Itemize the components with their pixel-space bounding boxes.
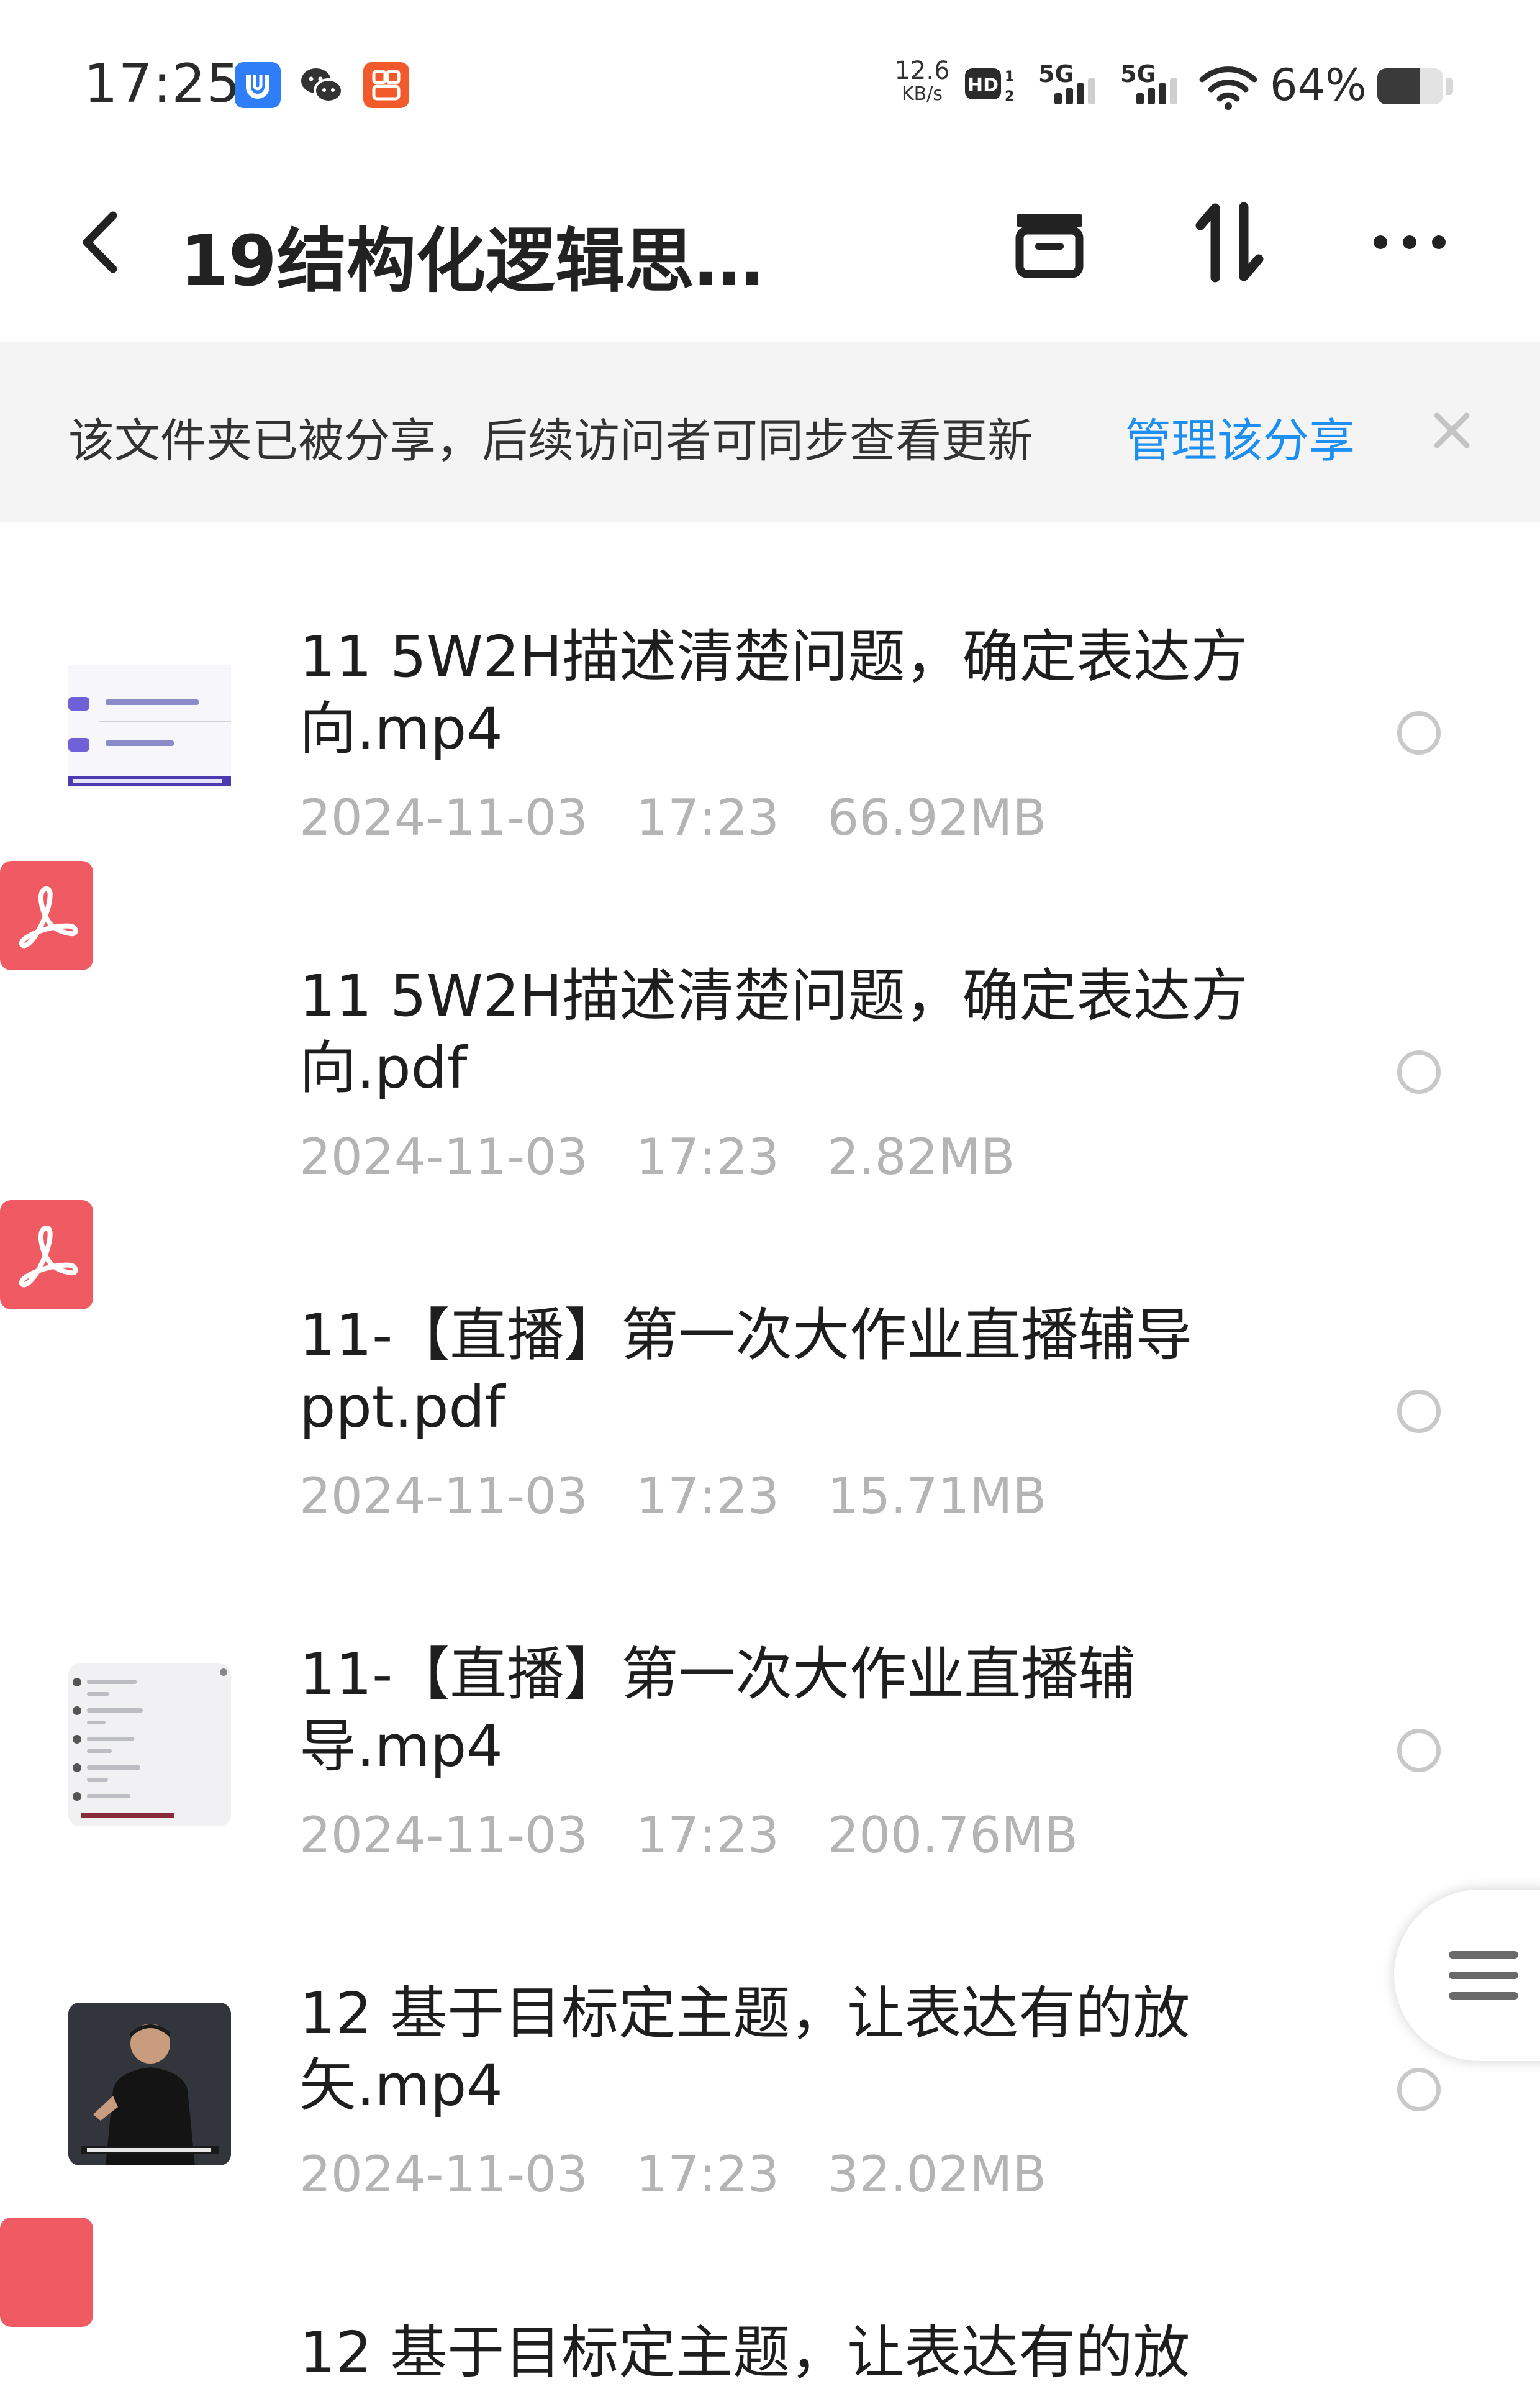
file-date: 2024-11-03 — [299, 789, 588, 847]
video-thumbnail — [68, 1663, 231, 1826]
file-time: 17:23 — [636, 1806, 779, 1864]
file-meta: 2024-11-03 17:23 66.92MB — [299, 789, 1046, 847]
archive-icon — [1015, 214, 1084, 278]
file-list-item[interactable]: 11-【直播】第一次大作业直播辅导.mp4 2024-11-03 17:23 2… — [0, 1539, 1540, 1878]
file-time: 17:23 — [636, 1128, 779, 1186]
chevron-left-icon — [83, 211, 117, 273]
share-banner-close-button[interactable] — [1422, 401, 1482, 460]
file-name: 11-【直播】第一次大作业直播辅导ppt.pdf — [299, 1302, 1193, 1440]
file-size: 32.02MB — [827, 2146, 1047, 2203]
file-list-item[interactable]: 11 5W2H描述清楚问题，确定表达方向.mp4 2024-11-03 17:2… — [0, 522, 1540, 861]
more-options-button[interactable] — [1363, 196, 1456, 289]
network-speed: 12.6 KB/s — [888, 57, 956, 106]
file-name: 11-【直播】第一次大作业直播辅导.mp4 — [299, 1641, 1136, 1780]
hd-icon: HD 1 2 — [965, 68, 1014, 104]
pdf-file-icon — [0, 1200, 93, 1309]
status-time: 17:25 — [84, 53, 241, 115]
file-time: 17:23 — [636, 789, 779, 847]
file-size: 200.76MB — [827, 1806, 1079, 1864]
file-meta: 2024-11-03 17:23 2.82MB — [299, 1128, 1015, 1186]
svg-text:5G: 5G — [1038, 60, 1074, 88]
file-list-item[interactable]: 12 基于目标定主题，让表达有的放 — [0, 2218, 1540, 2386]
title-bar: 19结构化逻辑思维… — [0, 162, 1540, 342]
more-icon — [1374, 235, 1446, 249]
app-notification-icon — [363, 62, 409, 108]
file-date: 2024-11-03 — [299, 1467, 588, 1525]
back-button[interactable] — [68, 202, 137, 283]
svg-text:HD: HD — [967, 75, 999, 96]
file-list-item[interactable]: 11-【直播】第一次大作业直播辅导ppt.pdf 2024-11-03 17:2… — [0, 1200, 1540, 1539]
select-radio[interactable] — [1397, 2068, 1441, 2111]
pdf-file-icon — [0, 861, 93, 970]
select-radio[interactable] — [1397, 1729, 1441, 1772]
file-name: 11 5W2H描述清楚问题，确定表达方向.mp4 — [299, 624, 1248, 762]
file-list-item[interactable]: 12 基于目标定主题，让表达有的放矢.mp4 2024-11-03 17:23 … — [0, 1878, 1540, 2218]
select-radio[interactable] — [1397, 1390, 1441, 1433]
wifi-icon — [1199, 66, 1257, 110]
file-list-item[interactable]: 11 5W2H描述清楚问题，确定表达方向.pdf 2024-11-03 17:2… — [0, 861, 1540, 1200]
svg-text:2: 2 — [1005, 89, 1014, 104]
file-time: 17:23 — [636, 2146, 779, 2203]
battery-percentage: 64% — [1270, 60, 1367, 111]
file-name: 11 5W2H描述清楚问题，确定表达方向.pdf — [299, 963, 1248, 1101]
file-name: 12 基于目标定主题，让表达有的放矢.mp4 — [299, 1980, 1190, 2119]
video-thumbnail — [68, 646, 231, 809]
file-time: 17:23 — [636, 1467, 779, 1525]
file-name: 12 基于目标定主题，让表达有的放 — [299, 2319, 1190, 2386]
signal-5g-icon: 5G — [1120, 60, 1177, 104]
menu-icon — [1449, 1951, 1518, 2000]
archive-button[interactable] — [1003, 196, 1096, 289]
file-size: 66.92MB — [827, 789, 1047, 847]
network-speed-value: 12.6 — [894, 57, 950, 85]
sort-icon — [1195, 202, 1264, 283]
network-speed-unit: KB/s — [902, 83, 943, 105]
select-radio[interactable] — [1397, 1050, 1441, 1094]
app-notification-icon — [235, 62, 281, 108]
pdf-file-icon — [0, 2218, 93, 2327]
page-title: 19结构化逻辑思维… — [180, 221, 813, 302]
status-bar: 17:25 12.6 KB/s HD 1 2 5G 5G 64% — [0, 0, 1540, 162]
file-meta: 2024-11-03 17:23 200.76MB — [299, 1806, 1078, 1864]
file-date: 2024-11-03 — [299, 1806, 588, 1864]
video-thumbnail — [68, 2003, 231, 2165]
file-date: 2024-11-03 — [299, 2146, 588, 2203]
file-size: 2.82MB — [827, 1128, 1015, 1186]
wechat-icon — [299, 62, 345, 108]
svg-text:5G: 5G — [1120, 60, 1156, 88]
file-date: 2024-11-03 — [299, 1128, 588, 1186]
share-banner-message: 该文件夹已被分享，后续访问者可同步查看更新 — [68, 414, 1033, 468]
manage-share-link[interactable]: 管理该分享 — [1125, 404, 1355, 470]
select-radio[interactable] — [1397, 711, 1441, 755]
battery-icon — [1377, 68, 1443, 104]
share-banner: 该文件夹已被分享，后续访问者可同步查看更新 管理该分享 — [0, 342, 1540, 522]
close-icon — [1434, 412, 1470, 448]
file-size: 15.71MB — [827, 1467, 1047, 1525]
signal-5g-icon: 5G — [1038, 60, 1095, 104]
file-meta: 2024-11-03 17:23 32.02MB — [299, 2146, 1046, 2203]
file-meta: 2024-11-03 17:23 15.71MB — [299, 1467, 1046, 1525]
svg-text:1: 1 — [1005, 69, 1014, 84]
battery-tip — [1446, 78, 1453, 95]
sort-button[interactable] — [1183, 196, 1276, 289]
